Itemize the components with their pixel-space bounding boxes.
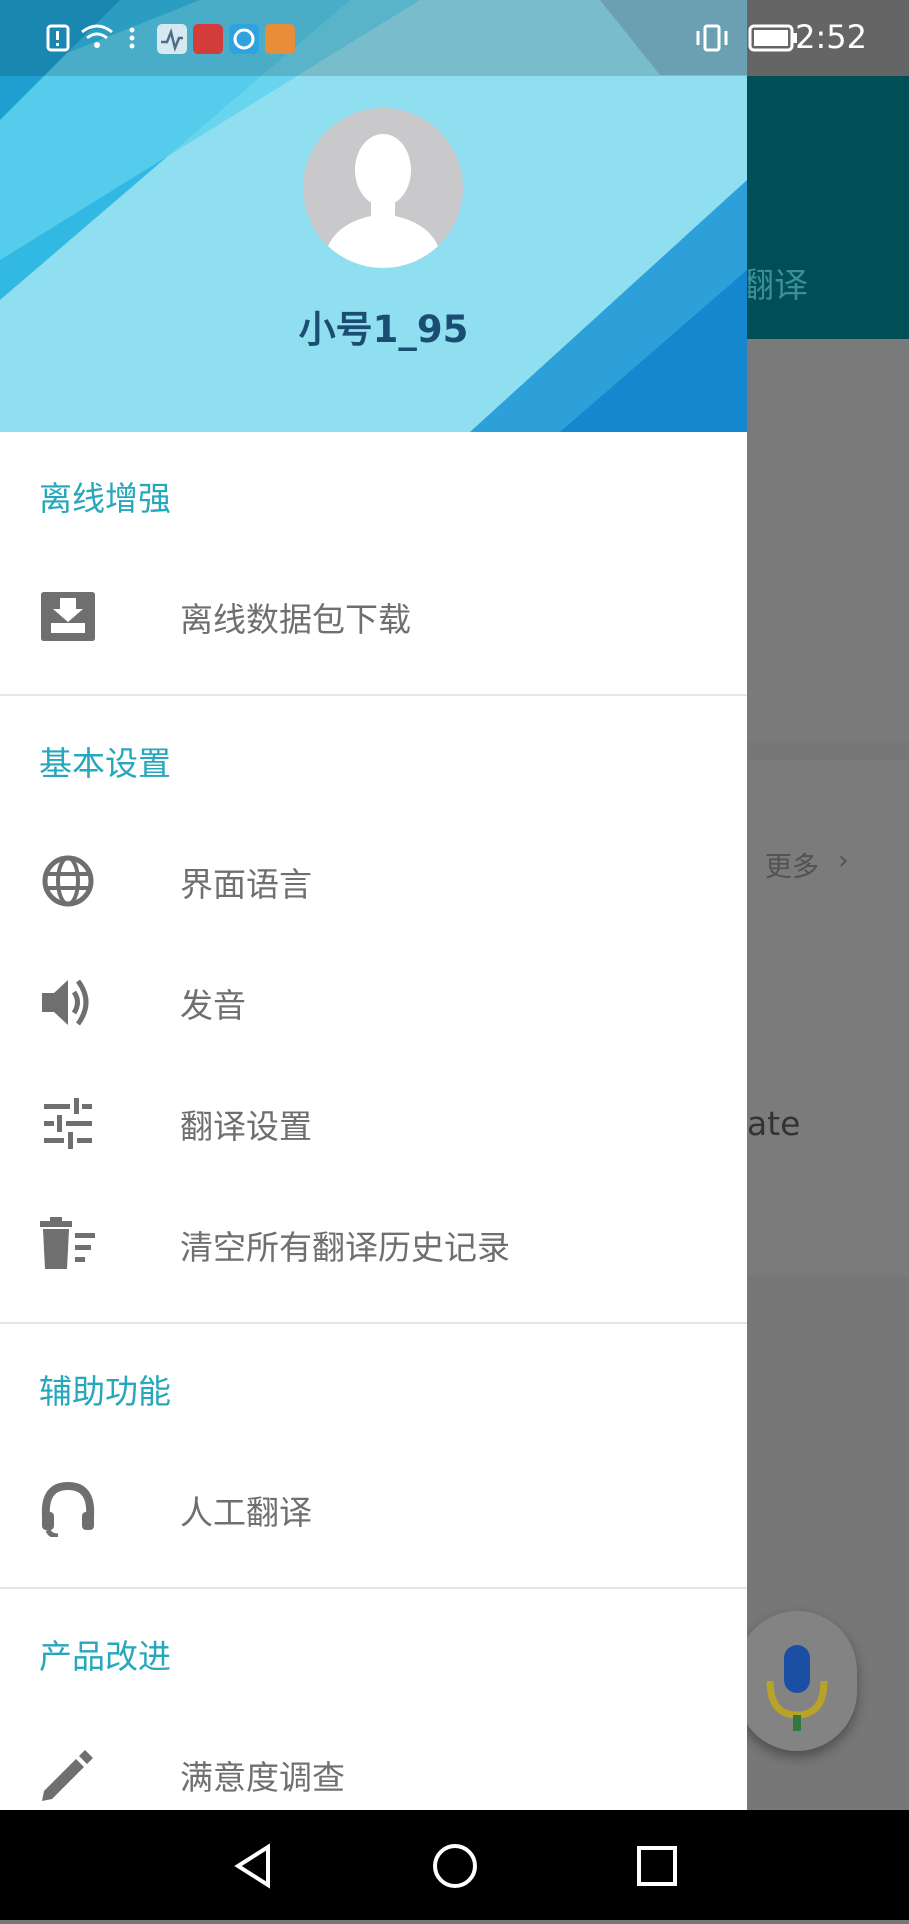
menu-item-label: 界面语言	[180, 865, 312, 904]
status-time: 2:52	[795, 18, 867, 56]
status-bar: 2:52	[0, 0, 909, 76]
chevron-right-icon: ›	[838, 845, 849, 876]
menu-item-interface-language[interactable]: 界面语言	[0, 820, 747, 940]
more-link[interactable]: 更多	[765, 845, 819, 884]
download-box-icon	[41, 592, 95, 641]
background-card	[747, 339, 909, 741]
recent-apps-button[interactable]	[622, 1830, 692, 1900]
menu-item-label: 清空所有翻译历史记录	[180, 1228, 510, 1267]
home-button[interactable]	[420, 1830, 490, 1900]
system-navigation-bar	[0, 1810, 909, 1920]
status-notification-icons	[46, 24, 295, 54]
section-title-assistive: 辅助功能	[39, 1372, 171, 1411]
divider	[0, 1587, 747, 1589]
pencil-icon	[42, 1750, 93, 1801]
person-silhouette-icon	[323, 134, 443, 268]
menu-item-human-translation[interactable]: 人工翻译	[0, 1448, 747, 1568]
section-title-offline: 离线增强	[39, 479, 171, 518]
navigation-drawer: 小号1_95 离线增强 离线数据包下载 基本设置 界面语言 发音 翻译设置 清空…	[0, 0, 747, 1810]
status-system-icons	[696, 24, 797, 52]
menu-item-label: 发音	[180, 986, 246, 1025]
menu-item-clear-history[interactable]: 清空所有翻译历史记录	[0, 1183, 747, 1303]
app-icon	[265, 24, 295, 54]
globe-icon	[42, 855, 94, 907]
menu-item-label: 满意度调查	[180, 1758, 345, 1797]
speaker-icon	[42, 979, 89, 1026]
menu-item-translation-settings[interactable]: 翻译设置	[0, 1062, 747, 1182]
voice-input-button[interactable]	[737, 1611, 857, 1751]
background-card	[747, 760, 909, 1275]
menu-item-offline-download[interactable]: 离线数据包下载	[0, 555, 747, 675]
clear-history-trash-icon	[40, 1217, 95, 1269]
app-icon	[193, 24, 223, 54]
back-button[interactable]	[218, 1830, 288, 1900]
menu-item-pronunciation[interactable]: 发音	[0, 941, 747, 1061]
username: 小号1_95	[298, 308, 469, 351]
section-title-product-improvement: 产品改进	[39, 1637, 171, 1676]
menu-item-satisfaction-survey[interactable]: 满意度调查	[0, 1713, 747, 1810]
background-text: ate	[747, 1104, 801, 1143]
divider	[0, 694, 747, 696]
menu-item-label: 人工翻译	[180, 1493, 312, 1532]
tune-sliders-icon	[44, 1098, 92, 1149]
divider	[0, 1322, 747, 1324]
avatar[interactable]	[303, 108, 463, 268]
menu-item-label: 翻译设置	[180, 1107, 312, 1146]
background-title: 翻译	[748, 266, 808, 306]
headset-icon	[41, 1482, 95, 1537]
microphone-icon	[766, 1645, 828, 1731]
wifi-icon	[81, 24, 113, 34]
vibrate-icon	[703, 24, 721, 52]
section-title-basic-settings: 基本设置	[39, 744, 171, 783]
menu-item-label: 离线数据包下载	[180, 600, 411, 639]
